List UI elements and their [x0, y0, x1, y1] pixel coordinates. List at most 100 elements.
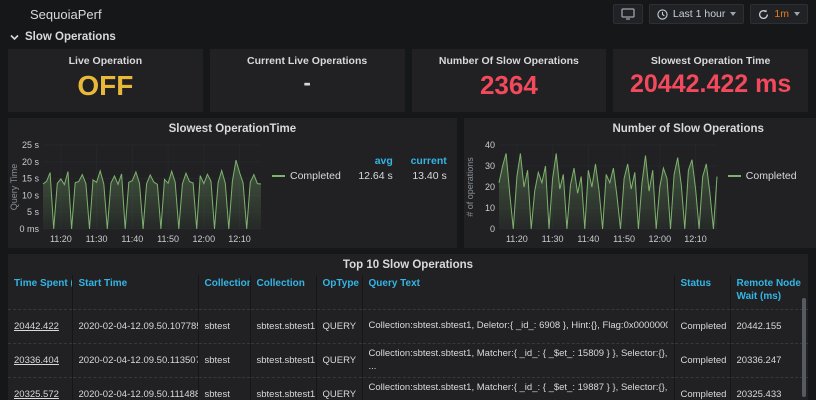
- graph-body: 0 ms5 s10 s15 s20 s25 s11:2011:3011:4011…: [8, 139, 457, 248]
- refresh-button[interactable]: 1m: [750, 4, 808, 24]
- table-row: 20336.404 2020-02-04-12.09.50.113507 sbt…: [8, 343, 808, 377]
- table-header-row: Time Spent (ms) Start Time Collection Sp…: [8, 275, 808, 309]
- column-header-time-spent[interactable]: Time Spent (ms): [8, 275, 72, 309]
- svg-text:20: 20: [485, 182, 495, 192]
- panel-title[interactable]: Live Operation: [69, 55, 143, 67]
- nav-actions: Last 1 hour 1m: [613, 4, 808, 24]
- remote-wait-cell: 20442.155: [730, 309, 808, 343]
- panel-slowest-operation-time: Slowest Operation Time 20442.422 ms: [613, 49, 808, 112]
- query-text-cell: Collection:sbtest.sbtest1, Matcher:{ _id…: [362, 377, 674, 400]
- chevron-down-icon: [794, 12, 800, 16]
- status-cell: Completed: [674, 309, 730, 343]
- svg-text:# of operations: # of operations: [465, 157, 475, 217]
- column-header-collection[interactable]: Collection: [250, 275, 316, 309]
- time-spent-link[interactable]: 20325.572: [14, 389, 59, 400]
- column-header-query-text[interactable]: Query Text: [362, 275, 674, 309]
- timeseries-plot-operations[interactable]: 01020304011:2011:3011:4011:5012:0012:10#…: [464, 139, 722, 245]
- stat-value-slowest-operation-time: 20442.422 ms: [630, 72, 791, 97]
- start-time-cell: 2020-02-04-12.09.50.113507: [72, 343, 198, 377]
- svg-text:11:20: 11:20: [506, 234, 528, 244]
- legend: avg current Completed 12.64 s 13.40 s: [266, 139, 457, 248]
- time-range-picker[interactable]: Last 1 hour: [649, 4, 745, 24]
- panel-title[interactable]: Slowest Operation Time: [651, 55, 770, 67]
- stat-value-number-of-slow-operations: 2364: [480, 72, 538, 98]
- panel-title[interactable]: Number Of Slow Operations: [439, 55, 579, 67]
- legend-series-completed[interactable]: Completed: [272, 170, 341, 182]
- column-header-status[interactable]: Status: [674, 275, 730, 309]
- status-cell: Completed: [674, 377, 730, 400]
- legend-series-completed[interactable]: Completed: [728, 170, 797, 182]
- column-header-optype[interactable]: OpType: [316, 275, 362, 309]
- panel-slowest-operationtime: Slowest OperationTime 0 ms5 s10 s15 s20 …: [8, 118, 457, 248]
- svg-text:0: 0: [490, 224, 495, 234]
- collection-space-cell: sbtest: [198, 343, 250, 377]
- table-row: 20442.422 2020-02-04-12.09.50.107785 sbt…: [8, 309, 808, 343]
- cycle-view-button[interactable]: [613, 4, 643, 24]
- svg-text:10 s: 10 s: [22, 190, 40, 200]
- slow-operations-table: Time Spent (ms) Start Time Collection Sp…: [8, 275, 808, 400]
- panel-number-of-slow-operations-graph: Number of Slow Operations 01020304011:20…: [464, 118, 816, 248]
- legend: avg current Completed 20 25: [722, 139, 816, 248]
- svg-text:12:10: 12:10: [684, 234, 707, 244]
- monitor-icon: [621, 8, 635, 20]
- collection-space-cell: sbtest: [198, 377, 250, 400]
- legend-current-value: 13.40 s: [393, 170, 447, 182]
- collection-space-cell: sbtest: [198, 309, 250, 343]
- refresh-icon: [758, 9, 769, 20]
- svg-text:5 s: 5 s: [27, 207, 40, 217]
- panel-current-live-operations: Current Live Operations -: [210, 49, 405, 112]
- panel-title[interactable]: Current Live Operations: [247, 55, 367, 67]
- collection-cell: sbtest.sbtest1: [250, 343, 316, 377]
- table-scrollbar[interactable]: [802, 298, 806, 397]
- svg-text:11:30: 11:30: [541, 234, 563, 244]
- refresh-interval-label: 1m: [774, 8, 789, 20]
- svg-text:11:40: 11:40: [577, 234, 599, 244]
- collection-cell: sbtest.sbtest1: [250, 377, 316, 400]
- svg-text:0 ms: 0 ms: [19, 224, 39, 234]
- optype-cell: QUERY: [316, 377, 362, 400]
- start-time-cell: 2020-02-04-12.09.50.107785: [72, 309, 198, 343]
- stat-value-current-live-operations: -: [303, 72, 310, 94]
- row-toggle-slow-operations[interactable]: Slow Operations: [0, 28, 816, 46]
- time-spent-link[interactable]: 20442.422: [14, 321, 59, 332]
- svg-text:12:10: 12:10: [228, 234, 251, 244]
- column-header-start-time[interactable]: Start Time: [72, 275, 198, 309]
- svg-text:10: 10: [485, 203, 495, 213]
- column-header-collection-space[interactable]: Collection Space: [198, 275, 250, 309]
- panel-title[interactable]: Top 10 Slow Operations: [8, 254, 808, 275]
- svg-text:11:20: 11:20: [50, 234, 72, 244]
- time-range-label: Last 1 hour: [673, 8, 726, 20]
- clock-icon: [657, 9, 668, 20]
- section-label: Slow Operations: [25, 31, 116, 43]
- table-row: 20325.572 2020-02-04-12.09.50.111488 sbt…: [8, 377, 808, 400]
- optype-cell: QUERY: [316, 343, 362, 377]
- stat-value-live-operation: OFF: [77, 72, 133, 100]
- start-time-cell: 2020-02-04-12.09.50.111488: [72, 377, 198, 400]
- legend-header-current: current: [393, 155, 447, 167]
- panel-number-of-slow-operations: Number Of Slow Operations 2364: [412, 49, 607, 112]
- svg-text:30: 30: [485, 161, 495, 171]
- svg-text:12:00: 12:00: [648, 234, 671, 244]
- svg-text:11:30: 11:30: [86, 234, 108, 244]
- dashboard-title: SequoiaPerf: [30, 7, 102, 22]
- remote-wait-cell: 20325.433: [730, 377, 808, 400]
- svg-text:11:50: 11:50: [157, 234, 179, 244]
- svg-text:11:40: 11:40: [121, 234, 143, 244]
- legend-header-avg: avg: [797, 155, 816, 167]
- query-text-cell: Collection:sbtest.sbtest1, Deletor:{ _id…: [362, 309, 674, 343]
- chevron-down-icon: [10, 34, 19, 41]
- graph-row: Slowest OperationTime 0 ms5 s10 s15 s20 …: [8, 118, 808, 248]
- svg-text:25 s: 25 s: [22, 140, 40, 150]
- svg-text:12:00: 12:00: [193, 234, 216, 244]
- legend-avg-value: 12.64 s: [341, 170, 393, 182]
- graph-body: 01020304011:2011:3011:4011:5012:0012:10#…: [464, 139, 816, 248]
- column-header-remote-node-wait[interactable]: Remote Node Wait (ms): [730, 275, 808, 309]
- panel-title[interactable]: Number of Slow Operations: [464, 118, 816, 139]
- panel-live-operation: Live Operation OFF: [8, 49, 203, 112]
- legend-header-avg: avg: [341, 155, 393, 167]
- timeseries-plot-query-time[interactable]: 0 ms5 s10 s15 s20 s25 s11:2011:3011:4011…: [8, 139, 266, 245]
- panel-title[interactable]: Slowest OperationTime: [8, 118, 457, 139]
- collection-cell: sbtest.sbtest1: [250, 309, 316, 343]
- stat-row: Live Operation OFF Current Live Operatio…: [8, 49, 808, 112]
- time-spent-link[interactable]: 20336.404: [14, 355, 59, 366]
